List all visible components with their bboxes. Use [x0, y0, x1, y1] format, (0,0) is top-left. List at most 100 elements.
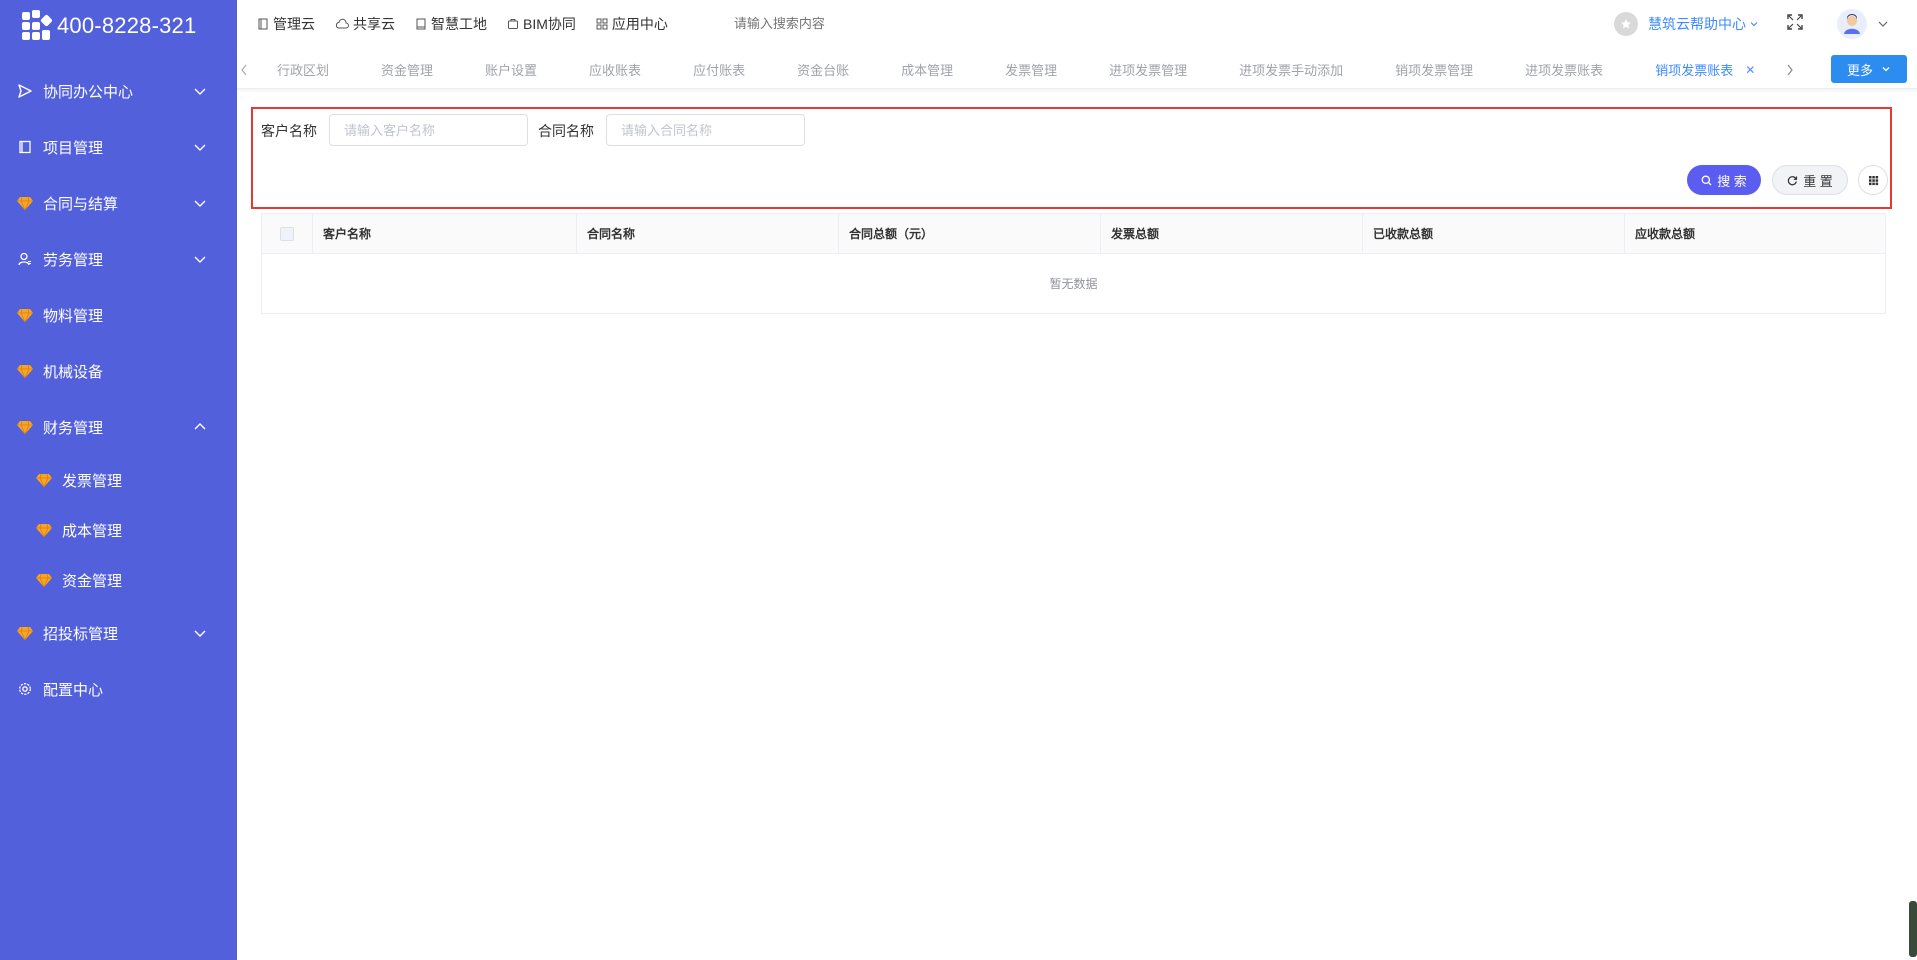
sidebar: 400-8228-321 协同办公中心 项目管理 合同与结算 劳务管理 物料管理 [0, 0, 237, 960]
tab-item[interactable]: 应付账表 [693, 60, 745, 79]
sidebar-item-label: 配置中心 [43, 681, 104, 699]
tab-item[interactable]: 进项发票账表 [1525, 60, 1603, 79]
sidebar-item-label: 财务管理 [43, 419, 104, 437]
sidebar-item-contract[interactable]: 合同与结算 [0, 175, 237, 231]
tab-item[interactable]: 应收账表 [589, 60, 641, 79]
tabs-scroll-left-icon[interactable] [237, 64, 251, 76]
sidebar-subitem-label: 资金管理 [62, 572, 123, 590]
topnav-app-center[interactable]: 应用中心 [596, 14, 668, 34]
column-header[interactable]: 应收款总额 [1625, 214, 1885, 253]
chevron-down-icon [1750, 21, 1758, 26]
search-icon [1701, 175, 1712, 185]
chevron-down-icon[interactable] [1877, 18, 1889, 30]
cloud-icon [335, 18, 349, 28]
sidebar-menu: 协同办公中心 项目管理 合同与结算 劳务管理 物料管理 机械设备 财务管理 发票… [0, 63, 237, 717]
column-header[interactable]: 已收款总额 [1363, 214, 1625, 253]
topnav-label: BIM协同 [523, 15, 576, 32]
sidebar-item-collab[interactable]: 协同办公中心 [0, 63, 237, 119]
topnav-share-cloud[interactable]: 共享云 [335, 14, 395, 34]
tab-item[interactable]: 账户设置 [485, 60, 537, 79]
sidebar-subitem-cost[interactable]: 成本管理 [0, 505, 237, 555]
sidebar-item-label: 物料管理 [43, 307, 104, 325]
select-all-cell [262, 214, 313, 253]
doc-icon [258, 18, 268, 29]
fullscreen-icon[interactable] [1787, 14, 1803, 33]
avatar-icon [1844, 13, 1860, 34]
tab-active[interactable]: 销项发票账表 ✕ [1655, 60, 1755, 79]
gem-icon [36, 522, 52, 538]
grid-icon [596, 18, 608, 29]
top-right-tools: 慧筑云帮助中心 [1614, 0, 1889, 47]
grid-icon [1868, 175, 1878, 185]
data-table: 客户名称 合同名称 合同总额（元） 发票总额 已收款总额 应收款总额 暂无数据 [261, 213, 1886, 314]
sidebar-subitem-label: 发票管理 [62, 472, 123, 490]
chevron-down-icon [194, 144, 206, 151]
sidebar-item-finance[interactable]: 财务管理 [0, 399, 237, 455]
gem-icon [17, 307, 33, 323]
gear-icon [17, 681, 33, 697]
sidebar-item-label: 机械设备 [43, 363, 104, 381]
customer-name-input[interactable] [329, 114, 528, 146]
tab-item[interactable]: 进项发票管理 [1109, 60, 1187, 79]
sidebar-item-config[interactable]: 配置中心 [0, 661, 237, 717]
tab-item[interactable]: 行政区划 [277, 60, 329, 79]
sidebar-item-labor[interactable]: 劳务管理 [0, 231, 237, 287]
sidebar-item-material[interactable]: 物料管理 [0, 287, 237, 343]
tab-item[interactable]: 进项发票手动添加 [1239, 60, 1343, 79]
tab-item[interactable]: 资金管理 [381, 60, 433, 79]
reset-button-label: 重 置 [1803, 173, 1833, 189]
top-nav: 管理云 共享云 智慧工地 BIM协同 应用中心 [257, 14, 688, 34]
topnav-bim[interactable]: BIM协同 [507, 14, 576, 34]
global-search-input[interactable] [733, 16, 934, 31]
help-center-label: 慧筑云帮助中心 [1648, 15, 1746, 32]
user-avatar[interactable] [1837, 8, 1867, 39]
topnav-label: 管理云 [273, 15, 315, 32]
tab-item[interactable]: 成本管理 [901, 60, 953, 79]
sidebar-item-bidding[interactable]: 招投标管理 [0, 605, 237, 661]
chevron-down-icon [194, 630, 206, 637]
column-header[interactable]: 合同名称 [577, 214, 839, 253]
select-all-checkbox[interactable] [280, 226, 294, 241]
sidebar-item-label: 招投标管理 [43, 625, 119, 643]
contract-name-input[interactable] [606, 114, 805, 146]
more-tabs-button[interactable]: 更多 [1831, 55, 1907, 83]
chevron-up-icon [194, 423, 206, 430]
search-button[interactable]: 搜 索 [1687, 165, 1761, 195]
tabs-scroll-right-icon[interactable] [1783, 64, 1797, 76]
search-button-label: 搜 索 [1717, 173, 1747, 189]
gem-icon [17, 625, 33, 641]
send-icon [17, 83, 33, 99]
tab-item[interactable]: 发票管理 [1005, 60, 1057, 79]
tab-item[interactable]: 资金台账 [797, 60, 849, 79]
sidebar-subitem-funds[interactable]: 资金管理 [0, 555, 237, 605]
sidebar-item-machinery[interactable]: 机械设备 [0, 343, 237, 399]
reset-button[interactable]: 重 置 [1772, 165, 1848, 195]
sidebar-item-label: 劳务管理 [43, 251, 104, 269]
column-settings-button[interactable] [1858, 165, 1888, 195]
tag-icon [508, 18, 518, 29]
column-header[interactable]: 客户名称 [313, 214, 577, 253]
customer-name-label: 客户名称 [261, 123, 317, 139]
sidebar-subitem-invoice[interactable]: 发票管理 [0, 455, 237, 505]
topnav-label: 共享云 [353, 15, 395, 32]
close-icon[interactable]: ✕ [1745, 63, 1755, 77]
empty-state: 暂无数据 [1049, 277, 1098, 291]
column-header[interactable]: 合同总额（元） [839, 214, 1101, 253]
sidebar-item-project[interactable]: 项目管理 [0, 119, 237, 175]
sidebar-item-label: 合同与结算 [43, 195, 119, 213]
tab-item[interactable]: 销项发票管理 [1395, 60, 1473, 79]
column-header[interactable]: 发票总额 [1101, 214, 1363, 253]
topnav-label: 应用中心 [611, 15, 668, 32]
topnav-management-cloud[interactable]: 管理云 [257, 14, 315, 34]
topnav-smart-site[interactable]: 智慧工地 [415, 14, 487, 34]
chevron-down-icon [194, 256, 206, 263]
more-tabs-label: 更多 [1846, 62, 1873, 78]
logo[interactable]: 400-8228-321 [0, 0, 237, 52]
tab-active-label: 销项发票账表 [1655, 63, 1734, 78]
chevron-down-icon [194, 88, 206, 95]
page-scrollbar[interactable] [1909, 901, 1917, 957]
page-tabs: 行政区划 资金管理 账户设置 应收账表 应付账表 资金台账 成本管理 发票管理 … [277, 60, 1755, 79]
book-icon [17, 139, 33, 155]
logo-icon [20, 9, 53, 43]
help-center-dropdown[interactable]: 慧筑云帮助中心 [1614, 11, 1759, 36]
